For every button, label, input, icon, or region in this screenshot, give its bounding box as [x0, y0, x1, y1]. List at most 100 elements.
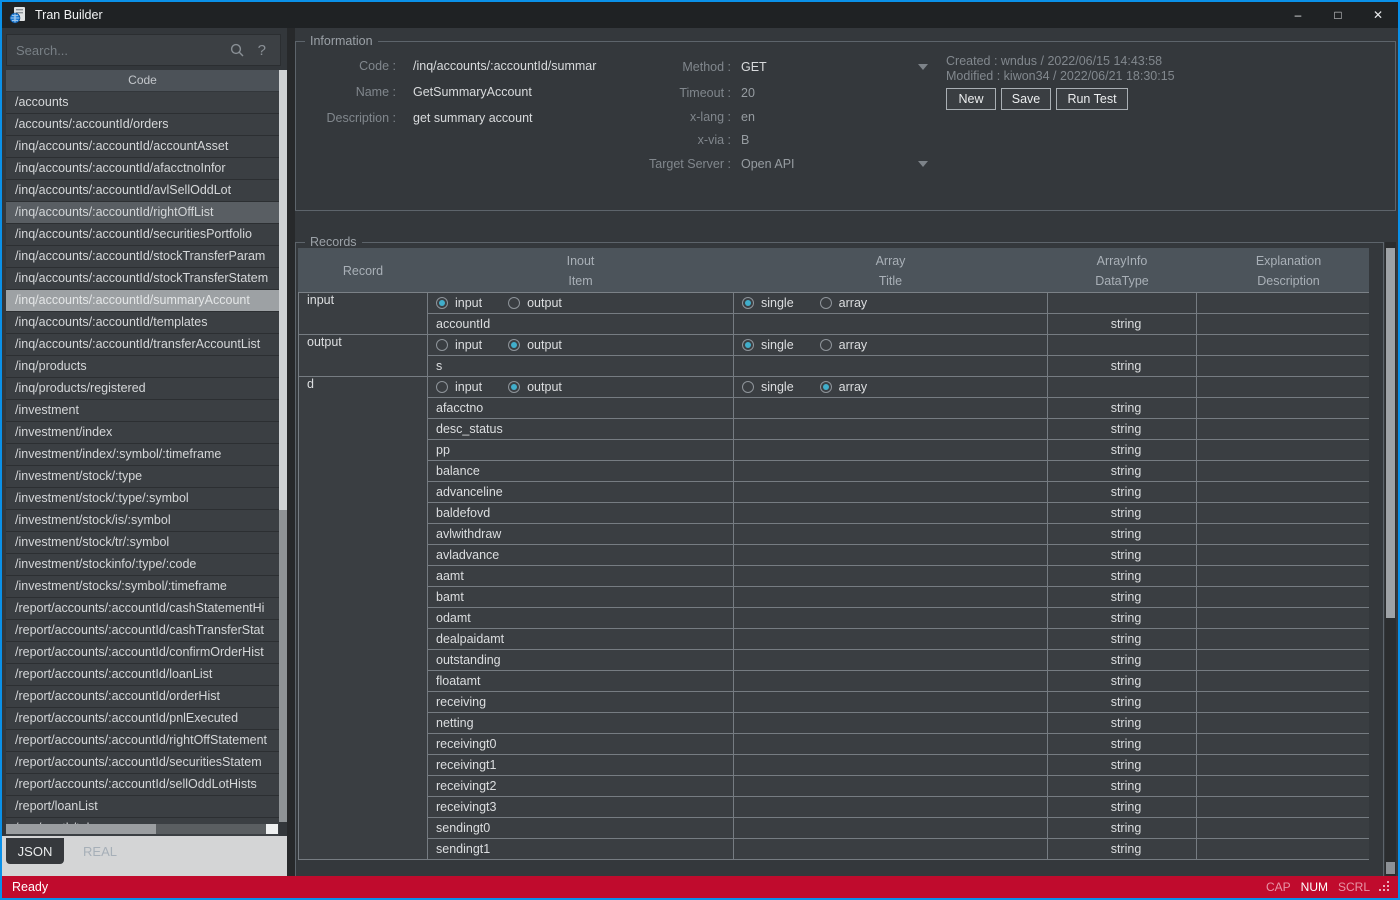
x-lang-value[interactable]: en	[741, 110, 755, 124]
target-server-dropdown-icon[interactable]	[918, 161, 928, 167]
title-cell[interactable]	[734, 671, 1048, 692]
title-cell[interactable]	[734, 734, 1048, 755]
x-via-value[interactable]: B	[741, 133, 749, 147]
method-value[interactable]: GET	[741, 60, 767, 74]
description-cell[interactable]	[1197, 314, 1370, 335]
list-item[interactable]: /report/accounts/:accountId/rightOffStat…	[6, 730, 279, 752]
datatype-cell[interactable]: string	[1048, 713, 1197, 734]
title-cell[interactable]	[734, 692, 1048, 713]
list-item[interactable]: /report/accounts/:accountId/loanList	[6, 664, 279, 686]
datatype-cell[interactable]: string	[1048, 356, 1197, 377]
title-cell[interactable]	[734, 797, 1048, 818]
title-cell[interactable]	[734, 818, 1048, 839]
title-cell[interactable]	[734, 566, 1048, 587]
list-item[interactable]: /investment/stocks/:symbol/:timeframe	[6, 576, 279, 598]
radio-inout-output[interactable]	[508, 339, 520, 351]
description-cell[interactable]	[1197, 461, 1370, 482]
item-name-cell[interactable]: dealpaidamt	[428, 629, 734, 650]
title-cell[interactable]	[734, 524, 1048, 545]
list-item[interactable]: /accounts/:accountId/orders	[6, 114, 279, 136]
datatype-cell[interactable]: string	[1048, 314, 1197, 335]
description-cell[interactable]	[1197, 797, 1370, 818]
description-cell[interactable]	[1197, 713, 1370, 734]
title-cell[interactable]	[734, 608, 1048, 629]
list-item[interactable]: /inq/accounts/:accountId/avlSellOddLot	[6, 180, 279, 202]
radio-inout-output[interactable]	[508, 297, 520, 309]
item-name-cell[interactable]: advanceline	[428, 482, 734, 503]
description-cell[interactable]	[1197, 839, 1370, 860]
arrayinfo-cell[interactable]	[1048, 293, 1197, 314]
list-item[interactable]: /report/accounts/:accountId/cashTransfer…	[6, 620, 279, 642]
item-name-cell[interactable]: receivingt3	[428, 797, 734, 818]
list-item[interactable]: /investment/stock/:type	[6, 466, 279, 488]
title-cell[interactable]	[734, 482, 1048, 503]
radio-array-single[interactable]	[742, 381, 754, 393]
title-cell[interactable]	[734, 398, 1048, 419]
item-name-cell[interactable]: balance	[428, 461, 734, 482]
title-cell[interactable]	[734, 839, 1048, 860]
radio-inout-input[interactable]	[436, 297, 448, 309]
title-cell[interactable]	[734, 755, 1048, 776]
datatype-cell[interactable]: string	[1048, 734, 1197, 755]
resize-grip-icon[interactable]	[1380, 882, 1390, 892]
item-name-cell[interactable]: sendingt0	[428, 818, 734, 839]
title-cell[interactable]	[734, 629, 1048, 650]
list-item[interactable]: /investment/index/:symbol/:timeframe	[6, 444, 279, 466]
list-item[interactable]: /investment/stock/tr/:symbol	[6, 532, 279, 554]
item-name-cell[interactable]: aamt	[428, 566, 734, 587]
datatype-cell[interactable]: string	[1048, 818, 1197, 839]
search-input[interactable]	[7, 43, 230, 58]
target-server-value[interactable]: Open API	[741, 157, 795, 171]
list-item[interactable]: /investment/index	[6, 422, 279, 444]
name-value[interactable]: GetSummaryAccount	[413, 85, 532, 99]
description-cell[interactable]	[1197, 734, 1370, 755]
datatype-cell[interactable]: string	[1048, 692, 1197, 713]
datatype-cell[interactable]: string	[1048, 839, 1197, 860]
datatype-cell[interactable]: string	[1048, 482, 1197, 503]
description-cell[interactable]	[1197, 398, 1370, 419]
help-icon[interactable]: ?	[258, 42, 266, 59]
list-item[interactable]: /investment	[6, 400, 279, 422]
list-item[interactable]: /inq/accounts/:accountId/transferAccount…	[6, 334, 279, 356]
list-item[interactable]: /accounts	[6, 92, 279, 114]
title-cell[interactable]	[734, 461, 1048, 482]
new-button[interactable]: New	[946, 88, 996, 110]
item-name-cell[interactable]: floatamt	[428, 671, 734, 692]
item-name-cell[interactable]: avlwithdraw	[428, 524, 734, 545]
description-cell[interactable]	[1197, 566, 1370, 587]
code-value[interactable]: /inq/accounts/:accountId/summar	[413, 59, 596, 73]
scrollbar-thumb[interactable]	[279, 70, 287, 510]
description-cell[interactable]	[1197, 524, 1370, 545]
timeout-value[interactable]: 20	[741, 86, 755, 100]
list-item[interactable]: /report/accounts/:accountId/securitiesSt…	[6, 752, 279, 774]
title-cell[interactable]	[734, 776, 1048, 797]
record-name-cell[interactable]: output	[299, 335, 428, 377]
list-item[interactable]: /report/accounts/:accountId/pnlExecuted	[6, 708, 279, 730]
datatype-cell[interactable]: string	[1048, 650, 1197, 671]
explanation-cell[interactable]	[1197, 293, 1370, 314]
datatype-cell[interactable]: string	[1048, 608, 1197, 629]
datatype-cell[interactable]: string	[1048, 797, 1197, 818]
description-cell[interactable]	[1197, 482, 1370, 503]
run-test-button[interactable]: Run Test	[1056, 88, 1128, 110]
panel-splitter[interactable]	[287, 28, 295, 876]
description-cell[interactable]	[1197, 587, 1370, 608]
radio-array-array[interactable]	[820, 381, 832, 393]
list-item[interactable]: /inq/accounts/:accountId/summaryAccount	[6, 290, 279, 312]
list-item[interactable]: /report/accounts/:accountId/confirmOrder…	[6, 642, 279, 664]
datatype-cell[interactable]: string	[1048, 587, 1197, 608]
description-cell[interactable]	[1197, 692, 1370, 713]
description-cell[interactable]	[1197, 671, 1370, 692]
radio-array-array[interactable]	[820, 339, 832, 351]
list-item[interactable]: /report/accounts/:accountId/orderHist	[6, 686, 279, 708]
item-name-cell[interactable]: netting	[428, 713, 734, 734]
description-value[interactable]: get summary account	[413, 111, 533, 125]
description-cell[interactable]	[1197, 356, 1370, 377]
search-icon[interactable]	[230, 43, 244, 57]
radio-array-array[interactable]	[820, 297, 832, 309]
item-name-cell[interactable]: receivingt1	[428, 755, 734, 776]
list-item[interactable]: /report/loanList	[6, 796, 279, 818]
title-cell[interactable]	[734, 650, 1048, 671]
title-cell[interactable]	[734, 440, 1048, 461]
description-cell[interactable]	[1197, 419, 1370, 440]
